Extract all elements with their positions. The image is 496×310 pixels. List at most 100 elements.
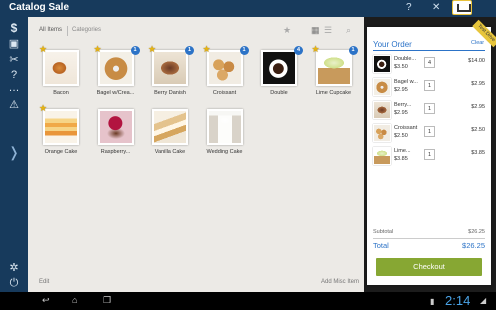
tools-icon[interactable]: ✂ xyxy=(0,53,28,67)
item-thumbnail xyxy=(97,109,134,145)
order-line-total: $2.95 xyxy=(471,81,485,87)
tab-categories[interactable]: Categories xyxy=(72,27,101,33)
order-line[interactable]: Berry... $2.95 1 $2.95 xyxy=(373,99,485,123)
quantity-badge: 1 xyxy=(130,46,140,55)
order-line[interactable]: Double... $3.50 4 $14.00 xyxy=(373,53,485,77)
item-thumbnail xyxy=(261,50,297,86)
logout-icon[interactable]: ⏻ xyxy=(0,276,28,290)
total-label: Total xyxy=(373,241,389,250)
save-icon[interactable]: ▣ xyxy=(0,37,28,51)
quantity-badge: 1 xyxy=(348,46,358,55)
order-line-quantity[interactable]: 1 xyxy=(424,126,435,137)
item-thumbnail xyxy=(315,50,352,86)
total-row: Total $26.25 xyxy=(373,241,485,250)
quantity-badge: 1 xyxy=(239,46,249,55)
total-value: $26.25 xyxy=(462,241,485,250)
order-line-name: Croissant xyxy=(394,125,418,131)
item-label: Wedding Cake xyxy=(206,149,243,155)
order-line[interactable]: Lime... $3.85 1 $3.85 xyxy=(373,145,485,169)
add-misc-item-link[interactable]: Add Misc Item xyxy=(321,279,359,285)
order-line[interactable]: Croissant $2.50 1 $2.50 xyxy=(373,122,485,146)
grid-icon[interactable]: ▦ xyxy=(311,25,320,36)
order-title: Your Order xyxy=(373,40,412,49)
item-label: Orange Cake xyxy=(44,149,78,155)
order-line-total: $2.50 xyxy=(471,127,485,133)
subtotal-label: Subtotal xyxy=(373,229,394,235)
favorite-star-icon: ★ xyxy=(202,44,211,54)
item-label: Bacon xyxy=(53,90,69,96)
quantity-badge: 1 xyxy=(185,46,194,55)
item-thumbnail xyxy=(206,50,243,86)
order-line-thumbnail xyxy=(373,147,391,165)
item-thumbnail xyxy=(152,109,188,145)
order-line-thumbnail xyxy=(373,55,391,73)
favorite-star-icon: ★ xyxy=(39,44,48,54)
question-icon[interactable]: ? xyxy=(406,2,412,13)
settings-icon[interactable]: ✲ xyxy=(0,261,28,275)
item-label: Double xyxy=(270,90,288,96)
order-line-name: Berry... xyxy=(394,102,412,108)
item-label: Lime Cupcake xyxy=(315,90,352,96)
order-line-price: $3.50 xyxy=(394,64,408,70)
order-line-quantity[interactable]: 1 xyxy=(424,103,435,114)
expand-icon[interactable]: ❭ xyxy=(0,145,28,159)
favorite-star-icon: ★ xyxy=(39,103,48,113)
cart-icon[interactable] xyxy=(452,0,472,15)
battery-icon: ▮ xyxy=(430,297,435,306)
home-icon[interactable]: ⌂ xyxy=(72,295,77,305)
edit-link[interactable]: Edit xyxy=(39,279,49,285)
back-icon[interactable]: ↩ xyxy=(42,295,50,306)
clock: 2:14 xyxy=(445,293,471,308)
search-icon[interactable]: ⌕ xyxy=(346,25,351,36)
order-panel: Test Drive Your Order Clear Double... $3.… xyxy=(367,19,496,285)
order-line-thumbnail xyxy=(373,124,391,142)
item-thumbnail xyxy=(152,50,188,86)
close-icon[interactable]: ✕ xyxy=(432,2,440,13)
subtotal-value: $26.25 xyxy=(468,229,485,235)
order-line-quantity[interactable]: 1 xyxy=(424,149,435,160)
top-bar: Catalog Sale ? ✕ xyxy=(0,0,496,17)
item-thumbnail xyxy=(206,109,243,145)
list-icon[interactable]: ☰ xyxy=(324,25,332,36)
order-line-name: Bagel w... xyxy=(394,79,418,85)
order-line-thumbnail xyxy=(373,78,391,96)
system-nav-bar: ↩ ⌂ ❐ ▮ 2:14 ◢ xyxy=(0,292,496,310)
star-icon[interactable]: ★ xyxy=(283,25,291,36)
tab-all-items[interactable]: All Items xyxy=(39,27,62,33)
order-line-thumbnail xyxy=(373,101,391,119)
favorite-star-icon: ★ xyxy=(93,44,102,54)
order-line-quantity[interactable]: 1 xyxy=(424,80,435,91)
item-label: Bagel w/Crea... xyxy=(96,90,135,96)
dollar-icon[interactable]: $ xyxy=(0,21,28,35)
order-line-total: $3.85 xyxy=(471,150,485,156)
order-line-total: $2.95 xyxy=(471,104,485,110)
clear-order-button[interactable]: Clear xyxy=(471,40,484,46)
warning-icon[interactable]: ⚠ xyxy=(0,98,28,112)
subtotal-row: Subtotal $26.25 xyxy=(373,229,485,235)
catalog-panel: All Items Categories ★ ▦ ☰ ⌕ ★ Bacon ★ 1 Bag… xyxy=(28,17,364,292)
order-line-name: Lime... xyxy=(394,148,411,154)
help-icon[interactable]: ? xyxy=(0,68,28,82)
checkout-button[interactable]: Checkout xyxy=(376,258,482,276)
app-title: Catalog Sale xyxy=(9,2,70,13)
favorite-star-icon: ★ xyxy=(148,44,157,54)
recent-apps-icon[interactable]: ❐ xyxy=(103,295,111,306)
tab-divider xyxy=(67,26,68,36)
item-thumbnail xyxy=(43,109,79,145)
catalog-toolbar: All Items Categories ★ ▦ ☰ ⌕ xyxy=(28,17,364,45)
subtotal-divider xyxy=(373,238,485,239)
menu-icon[interactable]: … xyxy=(0,81,28,95)
order-line-price: $2.95 xyxy=(394,110,408,116)
order-line-price: $2.95 xyxy=(394,87,408,93)
wifi-icon: ◢ xyxy=(480,296,487,305)
order-line[interactable]: Bagel w... $2.95 1 $2.95 xyxy=(373,76,485,100)
item-label: Berry Danish xyxy=(154,90,186,96)
order-line-price: $2.50 xyxy=(394,133,408,139)
order-divider xyxy=(373,50,485,51)
item-thumbnail xyxy=(43,50,79,86)
item-label: Croissant xyxy=(212,90,237,96)
order-line-quantity[interactable]: 4 xyxy=(424,57,435,68)
item-thumbnail xyxy=(97,50,134,86)
order-line-name: Double... xyxy=(394,56,417,62)
item-label: Raspberry... xyxy=(100,149,131,155)
